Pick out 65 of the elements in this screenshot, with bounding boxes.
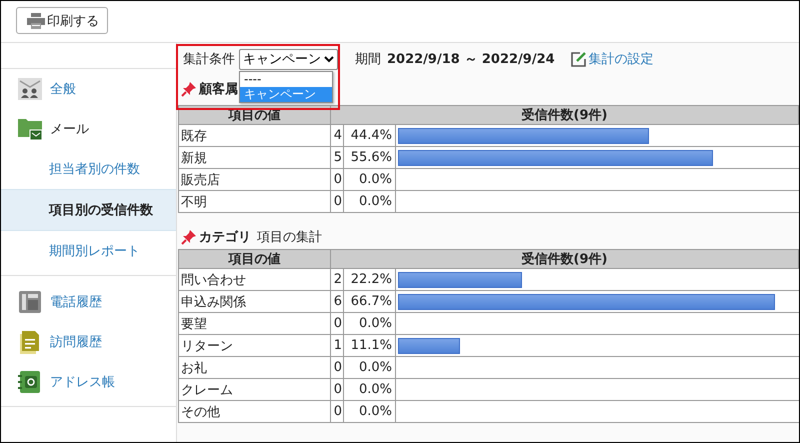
table-cell: 0.0% bbox=[344, 312, 396, 334]
table-cell: 66.7% bbox=[344, 290, 396, 312]
folder-mail-icon bbox=[18, 117, 42, 141]
table-cell: 0 bbox=[330, 356, 344, 378]
section-title: カテゴリ bbox=[199, 229, 251, 246]
pin-icon bbox=[181, 229, 197, 245]
table-cell: 0 bbox=[330, 168, 344, 190]
column-header: 受信件数(9件) bbox=[330, 250, 798, 268]
printer-icon bbox=[27, 12, 45, 28]
table-cell: 0.0% bbox=[344, 400, 396, 422]
table-cell: 申込み関係 bbox=[178, 290, 330, 312]
period-label: 期間 bbox=[355, 51, 381, 68]
table-cell: 問い合わせ bbox=[178, 268, 330, 290]
table-cell: 不明 bbox=[178, 190, 330, 212]
table-cell: お礼 bbox=[178, 356, 330, 378]
people-mail-icon bbox=[18, 77, 42, 101]
table-cell: 4 bbox=[330, 124, 344, 146]
section-subtitle: 項目の集計 bbox=[257, 229, 322, 246]
table-cell: 0.0% bbox=[344, 190, 396, 212]
sidebar-item[interactable]: 訪問履歴 bbox=[1, 322, 176, 362]
edit-icon bbox=[570, 51, 587, 67]
table-cell: 既存 bbox=[178, 124, 330, 146]
table-cell: 0 bbox=[330, 312, 344, 334]
table-cell: 5 bbox=[330, 146, 344, 168]
table-cell: 0.0% bbox=[344, 378, 396, 400]
table-cell: 新規 bbox=[178, 146, 330, 168]
condition-dropdown[interactable]: キャンペーン bbox=[239, 48, 338, 70]
sidebar-subitem[interactable]: 期間別レポート bbox=[1, 231, 176, 271]
table-cell: 0 bbox=[330, 400, 344, 422]
period-value: 2022/9/18 ～ 2022/9/24 bbox=[387, 51, 555, 68]
column-header: 受信件数(9件) bbox=[330, 106, 798, 124]
column-header: 項目の値 bbox=[178, 250, 330, 268]
sidebar-item[interactable]: メール bbox=[1, 109, 176, 149]
table-cell: 1 bbox=[330, 334, 344, 356]
table-cell: 販売店 bbox=[178, 168, 330, 190]
print-button[interactable]: 印刷する bbox=[16, 7, 108, 34]
table-cell: クレーム bbox=[178, 378, 330, 400]
table-cell: 要望 bbox=[178, 312, 330, 334]
sidebar-item[interactable]: 全般 bbox=[1, 68, 176, 109]
section-title: 顧客属 bbox=[199, 80, 238, 98]
table-cell: リターン bbox=[178, 334, 330, 356]
dropdown-option[interactable]: キャンペーン bbox=[240, 86, 332, 102]
table-cell: 6 bbox=[330, 290, 344, 312]
pin-icon bbox=[181, 81, 197, 97]
dropdown-option[interactable]: ---- bbox=[240, 72, 332, 86]
chevron-down-icon bbox=[324, 55, 334, 63]
table-cell: 0 bbox=[330, 190, 344, 212]
address-book-icon bbox=[18, 370, 42, 394]
table-cell: 22.2% bbox=[344, 268, 396, 290]
table-cell: 11.1% bbox=[344, 334, 396, 356]
phone-icon bbox=[18, 290, 42, 314]
sidebar-subitem[interactable]: 項目別の受信件数 bbox=[1, 189, 176, 231]
table-cell: その他 bbox=[178, 400, 330, 422]
table-cell: 0.0% bbox=[344, 356, 396, 378]
table-cell: 0.0% bbox=[344, 168, 396, 190]
document-icon bbox=[18, 330, 42, 354]
sidebar-item[interactable]: アドレス帳 bbox=[1, 362, 176, 402]
table-cell: 2 bbox=[330, 268, 344, 290]
table-cell: 0 bbox=[330, 378, 344, 400]
table-cell: 55.6% bbox=[344, 146, 396, 168]
sidebar-subitem[interactable]: 担当者別の件数 bbox=[1, 149, 176, 189]
settings-link[interactable]: 集計の設定 bbox=[588, 50, 654, 68]
filter-label: 集計条件 bbox=[183, 51, 235, 68]
sidebar-item[interactable]: 電話履歴 bbox=[1, 282, 176, 322]
table-cell: 44.4% bbox=[344, 124, 396, 146]
